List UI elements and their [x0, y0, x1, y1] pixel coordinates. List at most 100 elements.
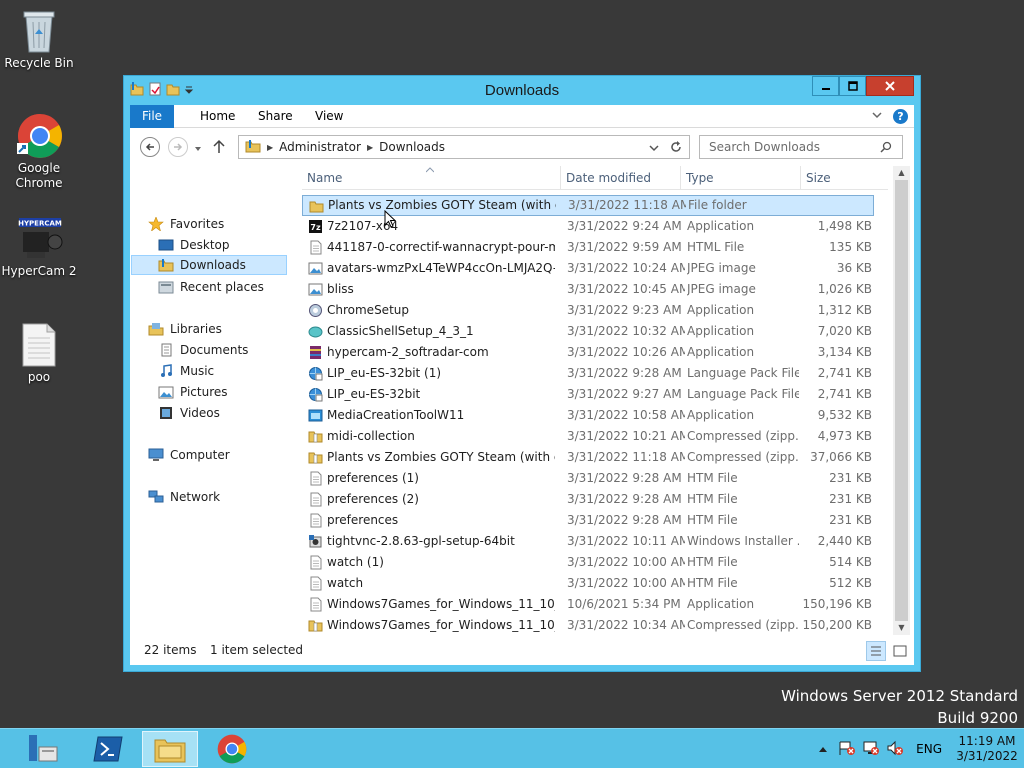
breadcrumb-separator-icon[interactable]: ▶ [267, 143, 273, 152]
desktop-icon-label: Recycle Bin [4, 56, 74, 70]
doc-file-icon [308, 555, 323, 570]
table-row[interactable]: Windows7Games_for_Windows_11_10_8 3/31/20… [302, 615, 874, 636]
tab-view[interactable]: View [305, 105, 353, 128]
file-type: Language Pack File [687, 387, 799, 401]
network-status-icon[interactable] [862, 740, 880, 759]
file-size: 9,532 KB [817, 408, 872, 422]
show-hidden-icons-icon[interactable] [818, 742, 828, 756]
table-row[interactable]: Plants vs Zombies GOTY Steam (with cra..… [302, 447, 874, 468]
breadcrumb-downloads[interactable]: Downloads [379, 140, 445, 154]
table-row[interactable]: midi-collection 3/31/2022 10:21 AM Compres… [302, 426, 874, 447]
tab-file[interactable]: File [130, 105, 174, 128]
maximize-button[interactable] [839, 76, 866, 96]
file-date: 3/31/2022 10:24 AM [567, 261, 685, 275]
lang-file-icon [308, 366, 323, 381]
nav-desktop[interactable]: Desktop [158, 235, 230, 255]
desktop-icon-recycle-bin[interactable]: Recycle Bin [0, 8, 78, 71]
taskbar-server-manager[interactable] [14, 731, 70, 767]
table-row[interactable]: hypercam-2_softradar-com 3/31/2022 10:26 … [302, 342, 874, 363]
column-header-type[interactable]: Type [681, 166, 801, 190]
expand-ribbon-icon[interactable] [871, 109, 883, 124]
nav-recent-places[interactable]: Recent places [158, 277, 264, 297]
table-row[interactable]: ChromeSetup 3/31/2022 9:23 AM Application 1… [302, 300, 874, 321]
action-center-icon[interactable] [838, 740, 856, 759]
table-row[interactable]: avatars-wmzPxL4TeWP4ccOn-LMJA2Q-t... 3/31… [302, 258, 874, 279]
desktop-icon-google-chrome[interactable]: Google Chrome [0, 113, 78, 191]
nav-libraries[interactable]: Libraries [148, 319, 222, 339]
address-bar[interactable]: ▶ Administrator ▶ Downloads [238, 135, 690, 159]
address-dropdown-icon[interactable] [649, 142, 659, 156]
file-size: 135 KB [829, 240, 872, 254]
nav-downloads[interactable]: Downloads [131, 255, 287, 275]
vertical-scrollbar[interactable]: ▲ ▼ [893, 166, 910, 635]
taskbar-chrome[interactable] [204, 731, 260, 767]
title-bar[interactable]: Downloads [124, 76, 920, 104]
details-view-button[interactable] [866, 641, 886, 661]
input-language[interactable]: ENG [916, 742, 942, 756]
table-row[interactable]: LIP_eu-ES-32bit 3/31/2022 9:27 AM Language… [302, 384, 874, 405]
file-date: 3/31/2022 10:21 AM [567, 429, 685, 443]
doc-file-icon [308, 471, 323, 486]
help-icon[interactable]: ? [893, 109, 908, 124]
clock-date: 3/31/2022 [956, 749, 1018, 763]
table-row[interactable]: tightvnc-2.8.63-gpl-setup-64bit 3/31/2022… [302, 531, 874, 552]
pictures-icon [158, 385, 174, 399]
volume-muted-icon[interactable] [886, 740, 904, 759]
table-row[interactable]: ClassicShellSetup_4_3_1 3/31/2022 10:32 A… [302, 321, 874, 342]
minimize-button[interactable] [812, 76, 839, 96]
selection-count: 1 item selected [210, 643, 304, 657]
table-row[interactable]: 441187-0-correctif-wannacrypt-pour-mi...… [302, 237, 874, 258]
file-name: 7z2107-x64 [327, 219, 399, 233]
nav-computer[interactable]: Computer [148, 445, 230, 465]
table-row[interactable]: preferences 3/31/2022 9:28 AM HTM File 231 … [302, 510, 874, 531]
file-date: 3/31/2022 9:27 AM [567, 387, 682, 401]
nav-music[interactable]: Music [158, 361, 214, 381]
table-row[interactable]: LIP_eu-ES-32bit (1) 3/31/2022 9:28 AM Lang… [302, 363, 874, 384]
table-row[interactable]: preferences (1) 3/31/2022 9:28 AM HTM File… [302, 468, 874, 489]
forward-button[interactable] [168, 137, 188, 157]
nav-favorites[interactable]: Favorites [148, 214, 224, 234]
column-header-size[interactable]: Size [801, 166, 881, 190]
desktop-icon-poo[interactable]: poo [0, 322, 78, 385]
nav-network[interactable]: Network [148, 487, 220, 507]
close-button[interactable] [866, 76, 914, 96]
file-type: Application [687, 324, 755, 338]
table-row[interactable]: bliss 3/31/2022 10:45 AM JPEG image 1,026 K… [302, 279, 874, 300]
nav-videos[interactable]: Videos [158, 403, 220, 423]
scroll-thumb[interactable] [895, 180, 908, 621]
table-row[interactable]: watch (1) 3/31/2022 10:00 AM HTM File 514 K… [302, 552, 874, 573]
table-row[interactable]: watch 3/31/2022 10:00 AM HTM File 512 KB [302, 573, 874, 594]
nav-documents[interactable]: Documents [158, 340, 248, 360]
file-date: 3/31/2022 10:00 AM [567, 555, 685, 569]
up-button[interactable] [212, 139, 226, 158]
refresh-icon[interactable] [669, 140, 683, 157]
file-name: watch (1) [327, 555, 384, 569]
large-icons-view-button[interactable] [890, 641, 910, 661]
search-input[interactable]: Search Downloads [699, 135, 903, 159]
table-row[interactable]: MediaCreationToolW11 3/31/2022 10:58 AM Ap… [302, 405, 874, 426]
clock[interactable]: 11:19 AM 3/31/2022 [950, 734, 1024, 764]
taskbar-powershell[interactable] [80, 731, 136, 767]
breadcrumb-administrator[interactable]: Administrator [279, 140, 361, 154]
column-header-name[interactable]: Name [302, 166, 561, 190]
back-button[interactable] [140, 137, 160, 157]
folder-icon [245, 139, 261, 156]
nav-pictures[interactable]: Pictures [158, 382, 228, 402]
desktop-icon-hypercam[interactable]: HYPERCAM HyperCam 2 [0, 216, 78, 279]
file-type: JPEG image [687, 282, 756, 296]
scroll-up-icon[interactable]: ▲ [893, 166, 910, 180]
recent-locations-icon[interactable] [194, 142, 202, 156]
table-row[interactable]: preferences (2) 3/31/2022 9:28 AM HTM File… [302, 489, 874, 510]
column-header-date[interactable]: Date modified [561, 166, 681, 190]
table-row[interactable]: Windows7Games_for_Windows_11_10_8 10/6/20… [302, 594, 874, 615]
file-date: 3/31/2022 10:26 AM [567, 345, 685, 359]
lang-file-icon [308, 387, 323, 402]
file-type: Application [687, 219, 755, 233]
breadcrumb-separator-icon[interactable]: ▶ [367, 143, 373, 152]
file-date: 3/31/2022 11:18 AM [567, 450, 685, 464]
tab-share[interactable]: Share [248, 105, 303, 128]
scroll-down-icon[interactable]: ▼ [893, 621, 910, 635]
taskbar-file-explorer[interactable] [142, 731, 198, 767]
file-size: 36 KB [836, 261, 872, 275]
tab-home[interactable]: Home [190, 105, 245, 128]
